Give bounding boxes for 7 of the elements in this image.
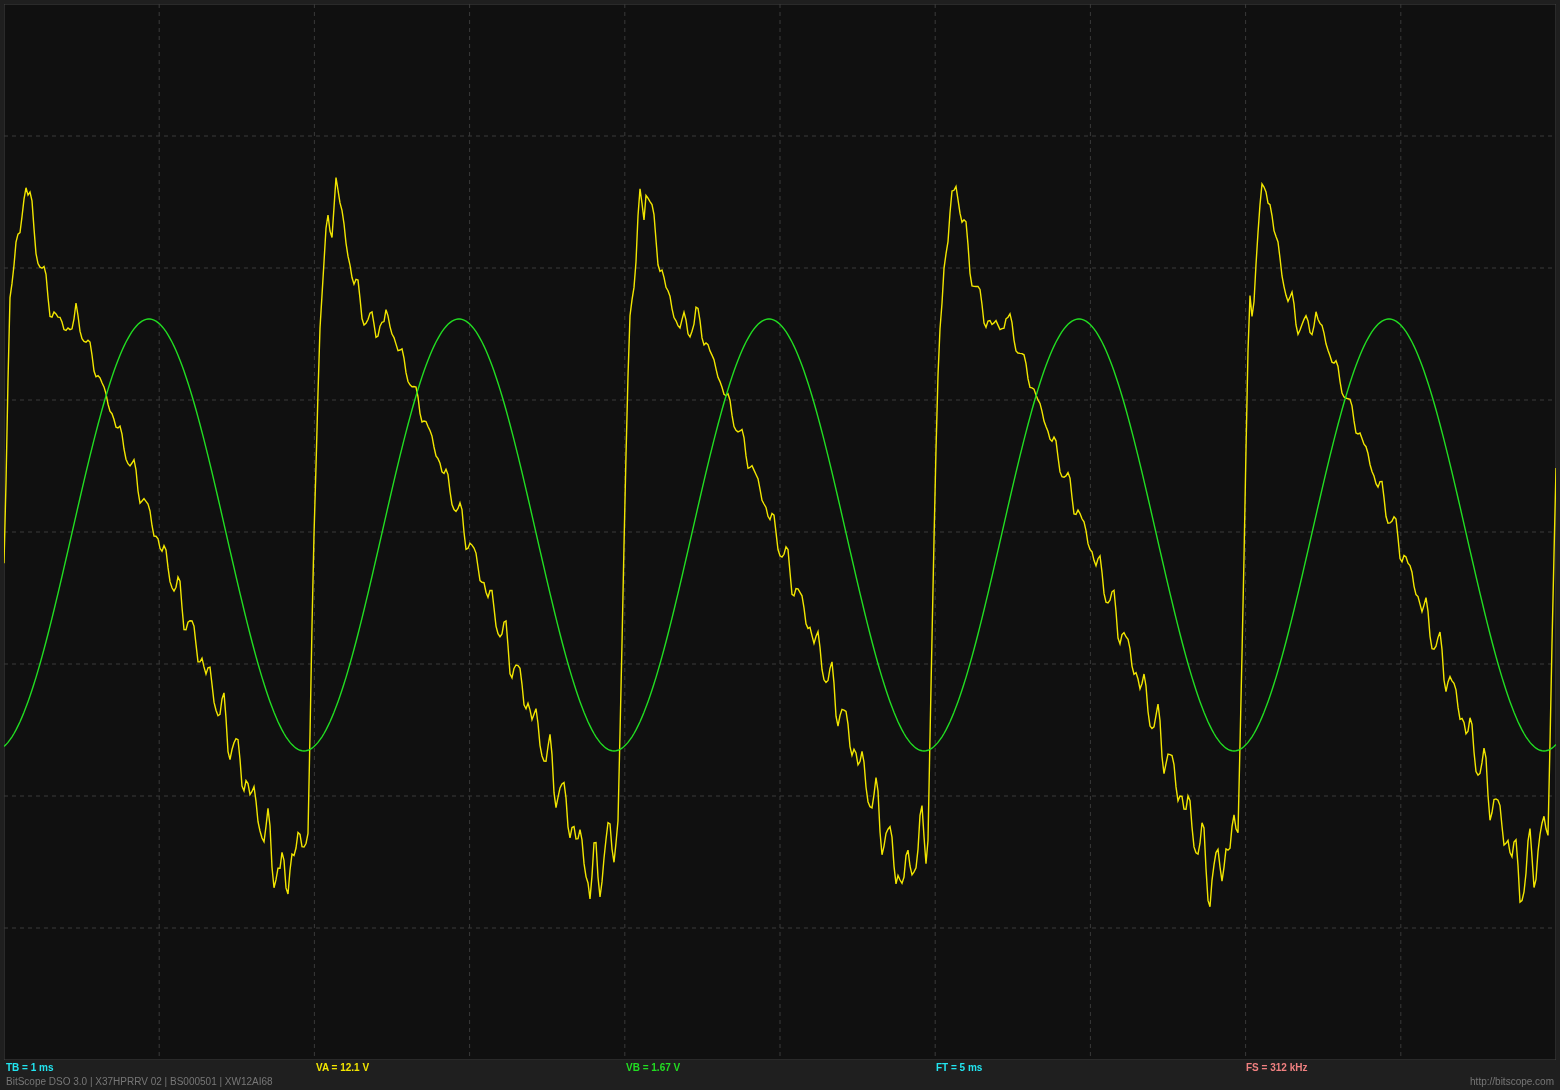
device-info: BitScope DSO 3.0 | X37HPRRV 02 | BS000501 | XW12AI68 <box>6 1076 273 1087</box>
website-url: http://bitscope.com <box>1470 1076 1554 1087</box>
readout-label: FT = 5 ms <box>936 1062 983 1074</box>
readout-label: VB = 1.67 V <box>626 1062 681 1074</box>
readout-label: TB = 1 ms <box>6 1062 54 1074</box>
readout-label: VA = 12.1 V <box>316 1062 370 1074</box>
readout-label: FS = 312 kHz <box>1246 1062 1308 1074</box>
